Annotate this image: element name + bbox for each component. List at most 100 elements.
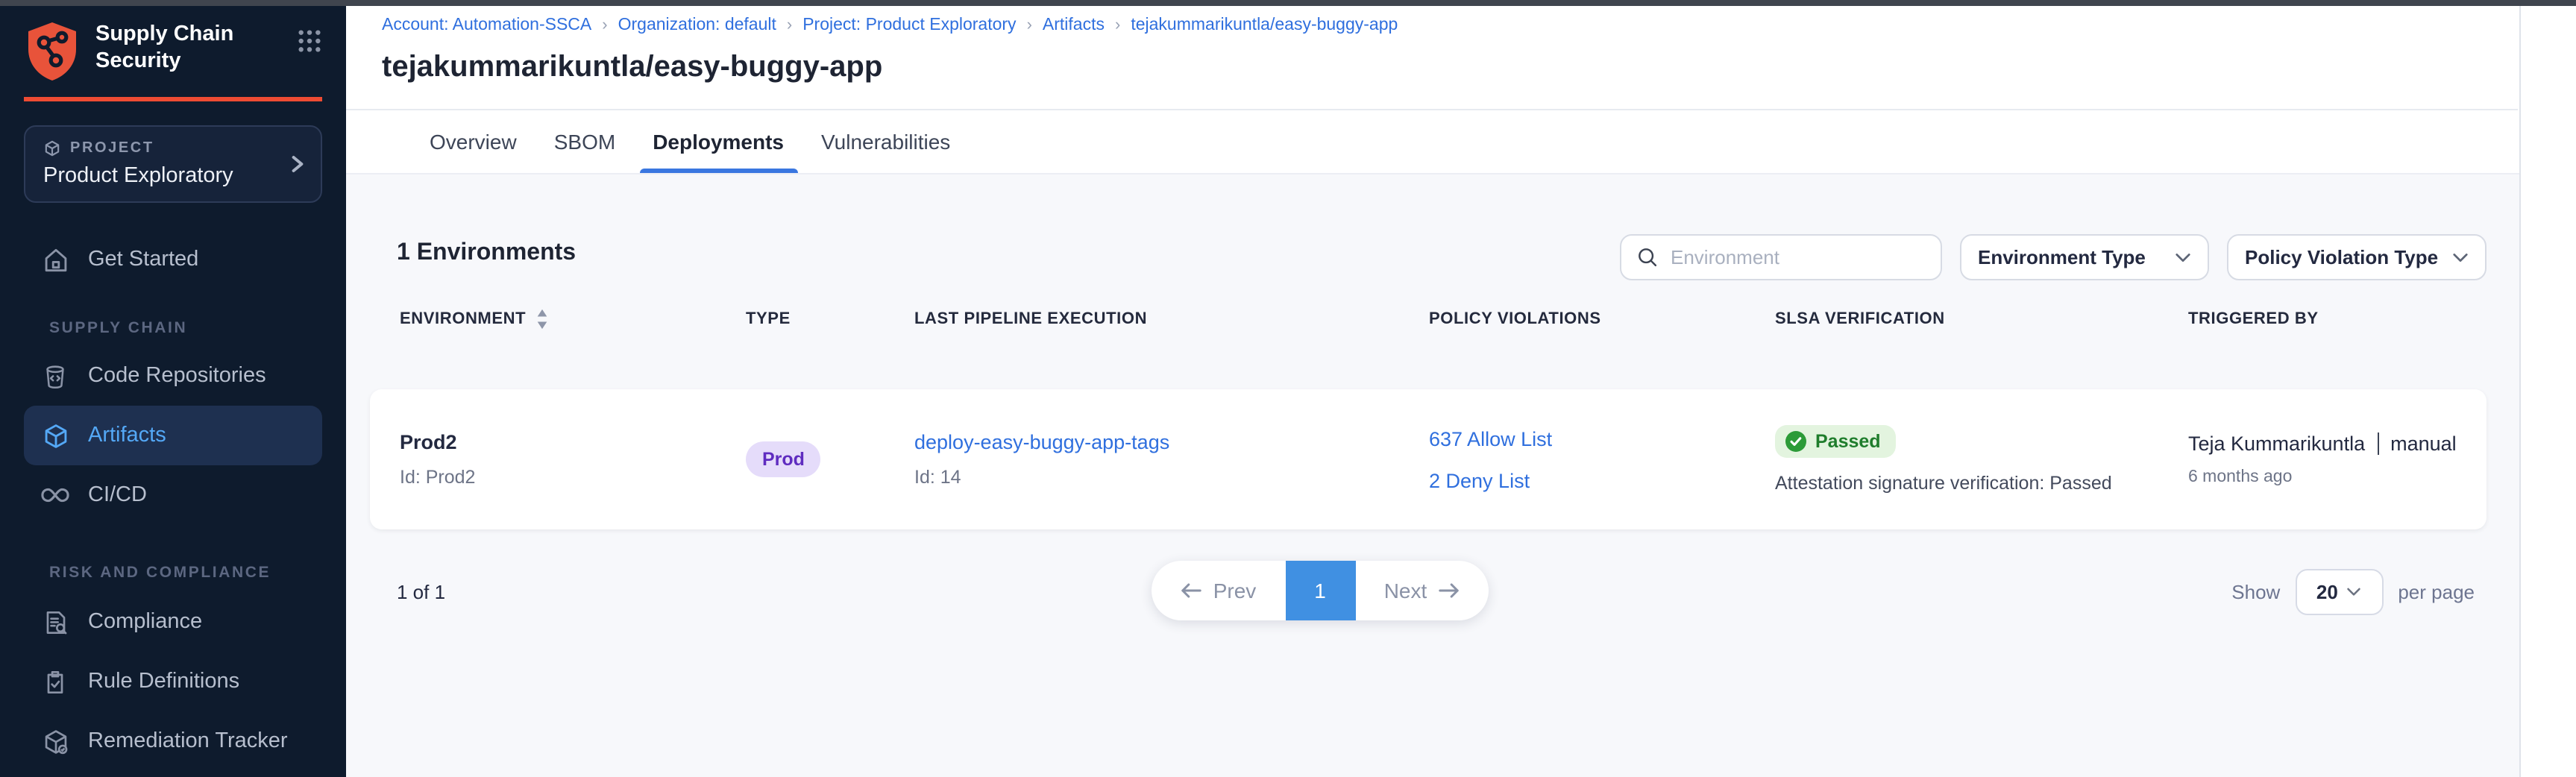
check-circle-icon: [1785, 431, 1806, 452]
environment-name: Prod2: [400, 431, 746, 453]
brand-accent-rule: [24, 97, 322, 101]
sidebar-item-artifacts[interactable]: Artifacts: [24, 406, 322, 465]
environment-type-select-label: Environment Type: [1978, 246, 2146, 268]
chevron-separator-icon: ›: [1115, 16, 1120, 34]
right-rail: [2519, 6, 2576, 777]
sidebar-item-rule-definitions[interactable]: Rule Definitions: [24, 652, 322, 711]
filter-toolbar: Environment Type Policy Violation Type: [1620, 234, 2487, 280]
policy-violation-type-select-label: Policy Violation Type: [2245, 246, 2438, 268]
page-size-value: 20: [2316, 581, 2338, 603]
chevron-down-icon: [2347, 587, 2362, 597]
deployments-content: 1 Environments Environment Type Policy V…: [346, 173, 2576, 777]
chevron-separator-icon: ›: [1027, 16, 1032, 34]
triggered-by-user: Teja Kummarikuntla: [2188, 432, 2365, 455]
project-cube-icon: [43, 139, 61, 158]
project-label: PROJECT: [70, 140, 154, 157]
sidebar-item-cicd[interactable]: CI/CD: [24, 465, 322, 525]
page-header: Account: Automation-SSCA › Organization:…: [346, 0, 2576, 173]
policy-violation-type-select[interactable]: Policy Violation Type: [2227, 234, 2487, 280]
sidebar: Supply Chain Security PROJECT Product: [0, 0, 346, 777]
breadcrumb-artifacts[interactable]: Artifacts: [1043, 16, 1105, 34]
sidebar-item-label: Get Started: [88, 248, 198, 271]
pagination-bar: 1 of 1 Prev 1 Next: [370, 559, 2487, 625]
code-repository-icon: [40, 362, 70, 390]
tab-overview[interactable]: Overview: [428, 110, 518, 173]
deny-list-link[interactable]: 2 Deny List: [1429, 469, 1530, 491]
document-search-icon: [40, 608, 70, 636]
environment-search-input[interactable]: [1671, 246, 1926, 268]
breadcrumb: Account: Automation-SSCA › Organization:…: [382, 16, 1398, 34]
pipeline-id: Id: 14: [914, 467, 1429, 488]
prev-page-button[interactable]: Prev: [1152, 561, 1285, 620]
attestation-detail: Attestation signature verification: Pass…: [1775, 473, 2188, 494]
page-summary: 1 of 1: [397, 581, 445, 603]
breadcrumb-project[interactable]: Project: Product Exploratory: [802, 16, 1016, 34]
pipeline-link[interactable]: deploy-easy-buggy-app-tags: [914, 431, 1169, 453]
sort-arrows-icon[interactable]: [535, 309, 548, 330]
page-size-select[interactable]: 20: [2295, 569, 2383, 615]
trigger-mode: manual: [2390, 432, 2457, 455]
divider: [2377, 432, 2378, 455]
sidebar-item-remediation-tracker[interactable]: Remediation Tracker: [24, 711, 322, 771]
app-window: Supply Chain Security PROJECT Product: [0, 0, 2576, 777]
column-header-last-pipeline-execution: LAST PIPELINE EXECUTION: [914, 310, 1429, 328]
sidebar-header: Supply Chain Security: [0, 0, 346, 84]
environment-cell: Prod2 Id: Prod2: [400, 431, 746, 488]
chevron-right-icon: [291, 154, 304, 174]
clipboard-check-icon: [40, 667, 70, 696]
supply-chain-security-logo-icon: [24, 21, 81, 84]
pager: Prev 1 Next: [1152, 561, 1489, 620]
environments-count-heading: 1 Environments: [397, 240, 576, 267]
sidebar-nav: Get Started SUPPLY CHAIN Code Repositori…: [0, 230, 346, 771]
environment-type-select[interactable]: Environment Type: [1960, 234, 2209, 280]
triggered-by-cell: Teja Kummarikuntla manual 6 months ago: [2188, 432, 2457, 486]
sidebar-item-label: Compliance: [88, 610, 202, 634]
app-switcher-grid-icon[interactable]: [297, 28, 322, 54]
tab-sbom[interactable]: SBOM: [553, 110, 617, 173]
environment-type-badge: Prod: [746, 441, 821, 477]
breadcrumb-account[interactable]: Account: Automation-SSCA: [382, 16, 591, 34]
column-header-triggered-by: TRIGGERED BY: [2188, 310, 2457, 328]
policy-violations-cell: 637 Allow List 2 Deny List: [1429, 427, 1775, 491]
project-selector[interactable]: PROJECT Product Exploratory: [24, 125, 322, 203]
pipeline-cell: deploy-easy-buggy-app-tags Id: 14: [914, 431, 1429, 488]
project-name: Product Exploratory: [43, 164, 276, 188]
environment-table-row[interactable]: Prod2 Id: Prod2 Prod deploy-easy-buggy-a…: [370, 389, 2487, 529]
allow-list-link[interactable]: 637 Allow List: [1429, 427, 1552, 450]
sidebar-item-label: Artifacts: [88, 424, 166, 447]
sidebar-item-label: Code Repositories: [88, 364, 266, 388]
sidebar-item-get-started[interactable]: Get Started: [24, 230, 322, 289]
next-page-button[interactable]: Next: [1355, 561, 1489, 620]
sidebar-section-risk-and-compliance: RISK AND COMPLIANCE: [49, 564, 322, 582]
column-header-policy-violations: POLICY VIOLATIONS: [1429, 310, 1775, 328]
tab-bar: Overview SBOM Deployments Vulnerabilitie…: [346, 109, 2518, 173]
slsa-status-badge: Passed: [1775, 425, 1896, 458]
infinity-icon: [40, 486, 70, 504]
page-title: tejakummarikuntla/easy-buggy-app: [382, 51, 882, 85]
tab-vulnerabilities[interactable]: Vulnerabilities: [820, 110, 952, 173]
environment-id: Id: Prod2: [400, 467, 746, 488]
triggered-when: 6 months ago: [2188, 468, 2457, 486]
environment-search: [1620, 234, 1942, 280]
chevron-down-icon: [2452, 251, 2469, 263]
breadcrumb-artifact-name[interactable]: tejakummarikuntla/easy-buggy-app: [1131, 16, 1398, 34]
sidebar-item-label: Remediation Tracker: [88, 729, 288, 753]
per-page-label: per page: [2398, 581, 2475, 603]
search-icon: [1636, 246, 1659, 268]
show-label: Show: [2231, 581, 2280, 603]
sidebar-item-label: CI/CD: [88, 483, 147, 507]
page-number-1[interactable]: 1: [1285, 561, 1355, 620]
breadcrumb-organization[interactable]: Organization: default: [618, 16, 776, 34]
triggered-by-line: Teja Kummarikuntla manual: [2188, 432, 2457, 455]
page-size-control: Show 20 per page: [2231, 569, 2475, 615]
cube-icon: [40, 421, 70, 450]
arrow-left-icon: [1181, 582, 1203, 600]
sidebar-item-compliance[interactable]: Compliance: [24, 592, 322, 652]
sidebar-item-code-repositories[interactable]: Code Repositories: [24, 346, 322, 406]
box-badge-icon: [40, 727, 70, 755]
slsa-status-text: Passed: [1815, 431, 1881, 452]
chevron-separator-icon: ›: [787, 16, 792, 34]
sidebar-item-label: Rule Definitions: [88, 670, 239, 693]
column-header-environment[interactable]: ENVIRONMENT: [400, 309, 746, 330]
tab-deployments[interactable]: Deployments: [651, 110, 785, 173]
